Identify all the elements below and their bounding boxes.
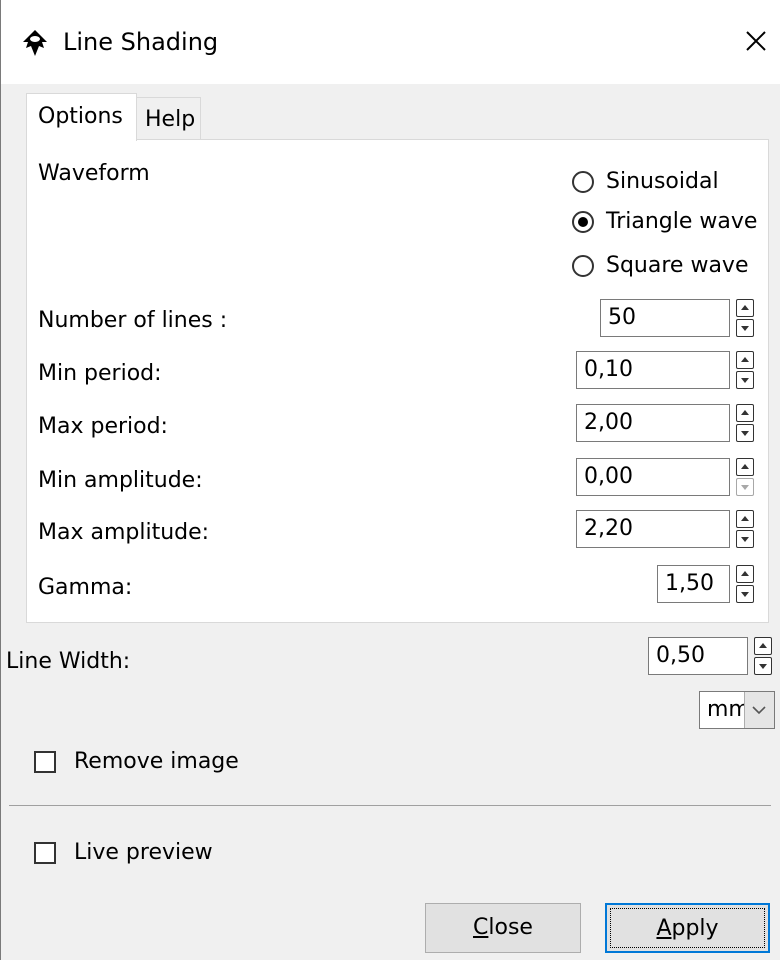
close-button-label: lose bbox=[488, 915, 533, 940]
max-period-increment[interactable] bbox=[736, 404, 754, 422]
number-of-lines-spinner[interactable]: 50 bbox=[600, 299, 756, 337]
live-preview-label: Live preview bbox=[74, 840, 213, 865]
min-period-label: Min period: bbox=[38, 361, 162, 386]
tab-help-label: Help bbox=[145, 107, 196, 132]
max-period-spinner[interactable]: 2,00 bbox=[576, 404, 756, 442]
line-width-spinner[interactable]: 0,50 bbox=[648, 637, 774, 675]
apply-button[interactable]: Apply bbox=[605, 903, 770, 953]
max-period-input[interactable]: 2,00 bbox=[576, 404, 730, 442]
gamma-label: Gamma: bbox=[38, 575, 133, 600]
min-period-spinner[interactable]: 0,10 bbox=[576, 351, 756, 389]
tab-options[interactable]: Options bbox=[26, 93, 137, 141]
min-amplitude-spinner[interactable]: 0,00 bbox=[576, 458, 756, 496]
max-amplitude-decrement[interactable] bbox=[736, 530, 754, 548]
apply-button-focus-ring bbox=[610, 908, 765, 948]
tab-options-label: Options bbox=[38, 104, 123, 129]
remove-image-label: Remove image bbox=[74, 749, 239, 774]
gamma-input[interactable]: 1,50 bbox=[657, 565, 730, 603]
tab-help[interactable]: Help bbox=[136, 97, 201, 139]
min-period-increment[interactable] bbox=[736, 351, 754, 369]
max-amplitude-input[interactable]: 2,20 bbox=[576, 510, 730, 548]
line-shading-dialog: Line Shading Options Help Waveform Sinus… bbox=[0, 0, 780, 960]
title-bar: Line Shading bbox=[1, 0, 780, 84]
gamma-decrement[interactable] bbox=[736, 585, 754, 603]
min-period-input[interactable]: 0,10 bbox=[576, 351, 730, 389]
inkscape-icon bbox=[23, 30, 47, 56]
number-of-lines-increment[interactable] bbox=[736, 299, 754, 317]
number-of-lines-decrement[interactable] bbox=[736, 319, 754, 337]
radio-sinusoidal-label: Sinusoidal bbox=[606, 169, 719, 194]
min-amplitude-increment[interactable] bbox=[736, 458, 754, 476]
radio-triangle-wave-button[interactable] bbox=[572, 211, 594, 233]
window-title: Line Shading bbox=[63, 28, 219, 56]
line-width-input[interactable]: 0,50 bbox=[648, 637, 748, 675]
line-width-increment[interactable] bbox=[754, 637, 772, 655]
min-period-decrement[interactable] bbox=[736, 371, 754, 389]
separator bbox=[9, 805, 771, 806]
min-amplitude-decrement[interactable] bbox=[736, 478, 754, 496]
line-width-unit-select[interactable]: mm bbox=[699, 691, 775, 729]
chevron-down-icon[interactable] bbox=[744, 692, 774, 728]
max-period-label: Max period: bbox=[38, 414, 168, 439]
gamma-spinner[interactable]: 1,50 bbox=[657, 565, 756, 603]
live-preview-checkbox[interactable] bbox=[34, 842, 56, 864]
radio-sinusoidal-button[interactable] bbox=[572, 171, 594, 193]
radio-triangle-wave-label: Triangle wave bbox=[606, 209, 758, 234]
remove-image-checkbox-row[interactable]: Remove image bbox=[34, 748, 239, 776]
max-amplitude-label: Max amplitude: bbox=[38, 520, 210, 545]
gamma-increment[interactable] bbox=[736, 565, 754, 583]
close-button[interactable]: Close bbox=[425, 903, 581, 953]
radio-square-wave-label: Square wave bbox=[606, 253, 749, 278]
number-of-lines-label: Number of lines : bbox=[38, 308, 228, 333]
radio-sinusoidal[interactable]: Sinusoidal bbox=[572, 166, 719, 198]
remove-image-checkbox[interactable] bbox=[34, 751, 56, 773]
waveform-label: Waveform bbox=[38, 161, 150, 186]
close-button-mnemonic: C bbox=[473, 915, 489, 940]
radio-triangle-wave[interactable]: Triangle wave bbox=[572, 206, 757, 238]
live-preview-checkbox-row[interactable]: Live preview bbox=[34, 839, 213, 867]
max-period-decrement[interactable] bbox=[736, 424, 754, 442]
max-amplitude-increment[interactable] bbox=[736, 510, 754, 528]
line-width-decrement[interactable] bbox=[754, 657, 772, 675]
number-of-lines-input[interactable]: 50 bbox=[600, 299, 730, 337]
radio-square-wave-button[interactable] bbox=[572, 255, 594, 277]
min-amplitude-input[interactable]: 0,00 bbox=[576, 458, 730, 496]
min-amplitude-label: Min amplitude: bbox=[38, 468, 203, 493]
close-icon[interactable] bbox=[741, 26, 771, 56]
window-border bbox=[0, 0, 1, 960]
max-amplitude-spinner[interactable]: 2,20 bbox=[576, 510, 756, 548]
line-width-label: Line Width: bbox=[6, 649, 131, 674]
radio-square-wave[interactable]: Square wave bbox=[572, 250, 748, 282]
